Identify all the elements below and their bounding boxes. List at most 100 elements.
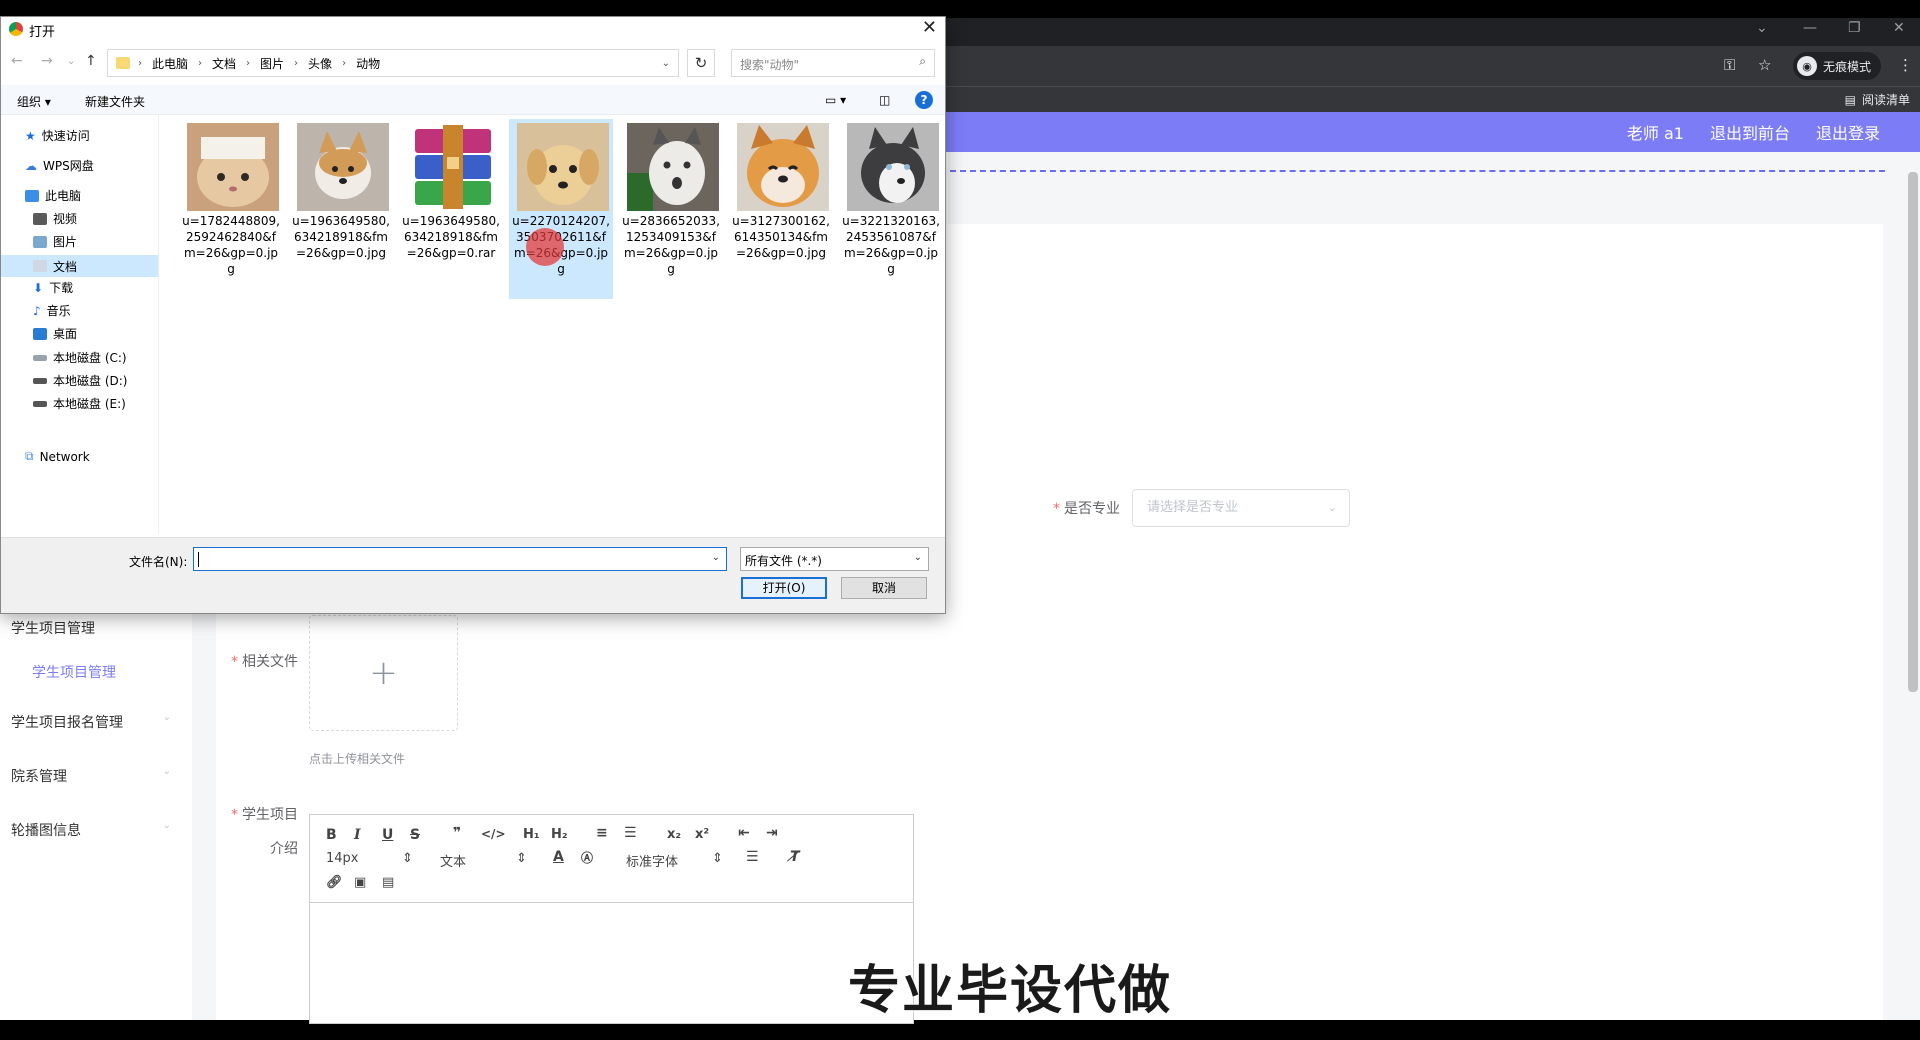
background-color-icon[interactable]: Ⓐ xyxy=(581,849,593,866)
page-scrollbar[interactable] xyxy=(1908,172,1918,692)
chevron-down-icon: ⌄ xyxy=(1327,501,1337,514)
file-item[interactable]: u=1963649580,634218918&fm=26&gp=0.jpg xyxy=(289,119,393,299)
link-icon[interactable]: 🔗︎ xyxy=(326,875,343,890)
file-name: u=3221320163,2453561087&fm=26&gp=0.jpg xyxy=(842,214,940,276)
cancel-button[interactable]: 取消 xyxy=(841,577,927,599)
sidebar-item-enroll-mgmt[interactable]: 学生项目报名管理 ⌄ xyxy=(11,712,171,732)
nav-network[interactable]: ⧉ Network xyxy=(25,449,90,464)
bullet-list-icon[interactable]: ☰ xyxy=(624,825,637,841)
rich-text-editor[interactable]: B I U S ❞ </> H₁ H₂ ≡ ☰ x₂ x² ⇤ ⇥ 14px ⇕… xyxy=(309,814,914,1024)
font-family-select[interactable]: 标准字体 xyxy=(626,851,678,870)
indent-icon[interactable]: ⇥ xyxy=(766,825,778,841)
chevron-down-icon[interactable]: ⌄ xyxy=(662,58,670,69)
refresh-button[interactable]: ↻ xyxy=(687,49,715,77)
video-folder-icon xyxy=(33,212,47,225)
underline-icon[interactable]: U xyxy=(382,827,393,843)
new-folder-button[interactable]: 新建文件夹 xyxy=(85,93,145,110)
recent-dropdown-icon[interactable]: ⌄ xyxy=(67,56,75,67)
file-item[interactable]: u=2836652033,1253409153&fm=26&gp=0.jpg xyxy=(619,119,723,299)
file-item[interactable]: u=3127300162,614350134&fm=26&gp=0.jpg xyxy=(729,119,833,299)
chevron-down-icon[interactable]: ⌄ xyxy=(712,552,720,563)
major-placeholder: 请选择是否专业 xyxy=(1147,500,1239,515)
organize-button[interactable]: 组织 ▾ xyxy=(17,93,51,110)
reading-list-icon: ▤ xyxy=(1844,92,1856,107)
clear-format-icon[interactable]: T̸ xyxy=(790,849,800,865)
star-icon: ★ xyxy=(25,128,36,143)
menu-kebab-icon[interactable]: ⋮ xyxy=(1898,56,1913,74)
nav-user[interactable]: 老师 a1 xyxy=(1627,120,1684,144)
quote-icon[interactable]: ❞ xyxy=(453,825,461,841)
sidebar-item-department[interactable]: 院系管理 ⌄ xyxy=(11,766,171,786)
italic-icon[interactable]: I xyxy=(354,827,361,843)
up-arrow-icon[interactable]: ↑ xyxy=(85,53,97,69)
cat-thumbnail xyxy=(627,123,719,211)
chevron-down-icon: ⌄ xyxy=(162,712,171,723)
video-icon[interactable]: ▤ xyxy=(382,875,394,890)
h1-icon[interactable]: H₁ xyxy=(523,827,540,842)
bold-icon[interactable]: B xyxy=(326,827,337,843)
filename-input[interactable]: ⌄ xyxy=(193,547,727,571)
preview-pane-icon[interactable]: ◫ xyxy=(879,93,890,107)
nav-pictures[interactable]: 图片 xyxy=(33,233,77,250)
strike-icon[interactable]: S xyxy=(410,827,420,843)
nav-music[interactable]: ♪ 音乐 xyxy=(33,302,71,319)
minimize-icon[interactable]: — xyxy=(1803,20,1817,36)
help-icon[interactable]: ? xyxy=(915,91,933,109)
search-icon: ⌕ xyxy=(919,54,926,68)
superscript-icon[interactable]: x² xyxy=(695,827,709,842)
file-item[interactable]: u=1963649580,634218918&fm=26&gp=0.rar xyxy=(399,119,503,299)
file-item[interactable]: u=3221320163,2453561087&fm=26&gp=0.jpg xyxy=(839,119,943,299)
font-color-icon[interactable]: A xyxy=(553,849,564,865)
sidebar-subitem-project-mgmt[interactable]: 学生项目管理 xyxy=(32,662,116,682)
nav-disk-c[interactable]: 本地磁盘 (C:) xyxy=(33,349,127,366)
reading-list-label: 阅读清单 xyxy=(1861,93,1910,107)
forward-arrow-icon[interactable]: → xyxy=(41,53,53,69)
nav-desktop[interactable]: 桌面 xyxy=(33,325,77,342)
upload-button[interactable]: + xyxy=(309,615,458,731)
breadcrumb-item[interactable]: 文档 xyxy=(212,55,236,72)
file-name: u=3127300162,614350134&fm=26&gp=0.jpg xyxy=(732,214,830,260)
breadcrumb-item[interactable]: 头像 xyxy=(308,55,332,72)
breadcrumb-item[interactable]: 此电脑 xyxy=(152,55,188,72)
nav-quick-access[interactable]: ★ 快速访问 xyxy=(25,127,90,144)
h2-icon[interactable]: H₂ xyxy=(551,827,568,842)
nav-video[interactable]: 视频 xyxy=(33,210,77,227)
nav-disk-e[interactable]: 本地磁盘 (E:) xyxy=(33,395,126,412)
breadcrumb-item[interactable]: 动物 xyxy=(356,55,380,72)
restore-icon[interactable]: ❐ xyxy=(1848,20,1861,36)
font-size-select[interactable]: 14px xyxy=(326,851,359,866)
breadcrumb-item[interactable]: 图片 xyxy=(260,55,284,72)
nav-downloads[interactable]: ⬇ 下载 xyxy=(33,279,73,296)
reading-list-button[interactable]: ▤ 阅读清单 xyxy=(1845,91,1910,108)
incognito-badge[interactable]: ◉ 无痕模式 xyxy=(1793,52,1882,80)
view-options-icon[interactable]: ▭ ▾ xyxy=(825,93,846,107)
nav-back-frontend[interactable]: 退出到前台 xyxy=(1710,120,1790,144)
outdent-icon[interactable]: ⇤ xyxy=(738,825,750,841)
back-arrow-icon[interactable]: ← xyxy=(11,53,23,69)
ordered-list-icon[interactable]: ≡ xyxy=(596,825,608,841)
subscript-icon[interactable]: x₂ xyxy=(667,827,681,842)
close-icon[interactable]: ✕ xyxy=(922,17,937,38)
file-item-selected[interactable]: u=2270124207,3503702611&fm=26&gp=0.jpg xyxy=(509,119,613,299)
bookmark-star-icon[interactable]: ☆ xyxy=(1758,56,1771,74)
tab-search-icon[interactable]: ⌄ xyxy=(1756,20,1768,36)
open-button[interactable]: 打开(O) xyxy=(741,577,827,599)
header-select[interactable]: 文本 xyxy=(440,851,466,870)
nav-logout[interactable]: 退出登录 xyxy=(1816,120,1880,144)
breadcrumb[interactable]: › 此电脑 › 文档 › 图片 › 头像 › 动物 ⌄ xyxy=(107,49,679,77)
nav-documents[interactable]: 文档 xyxy=(1,255,158,277)
file-item[interactable]: u=1782448809,2592462840&fm=26&gp=0.jpg xyxy=(179,119,283,299)
nav-wps[interactable]: ☁ WPS网盘 xyxy=(25,157,94,174)
major-select[interactable]: 请选择是否专业 ⌄ xyxy=(1132,489,1350,527)
nav-disk-d[interactable]: 本地磁盘 (D:) xyxy=(33,372,127,389)
sidebar-item-project-mgmt[interactable]: 学生项目管理 xyxy=(11,618,171,638)
key-icon[interactable]: ⚿ xyxy=(1724,56,1735,74)
search-input[interactable]: 搜索"动物" ⌕ xyxy=(731,49,935,77)
nav-this-pc[interactable]: 此电脑 xyxy=(25,187,81,204)
sidebar-item-carousel[interactable]: 轮播图信息 ⌄ xyxy=(11,820,171,840)
close-window-icon[interactable]: ✕ xyxy=(1893,20,1905,36)
code-icon[interactable]: </> xyxy=(481,827,506,841)
align-icon[interactable]: ☰ xyxy=(746,849,759,865)
filetype-select[interactable]: 所有文件 (*.*) ⌄ xyxy=(740,547,929,571)
image-icon[interactable]: ▣ xyxy=(354,875,366,890)
